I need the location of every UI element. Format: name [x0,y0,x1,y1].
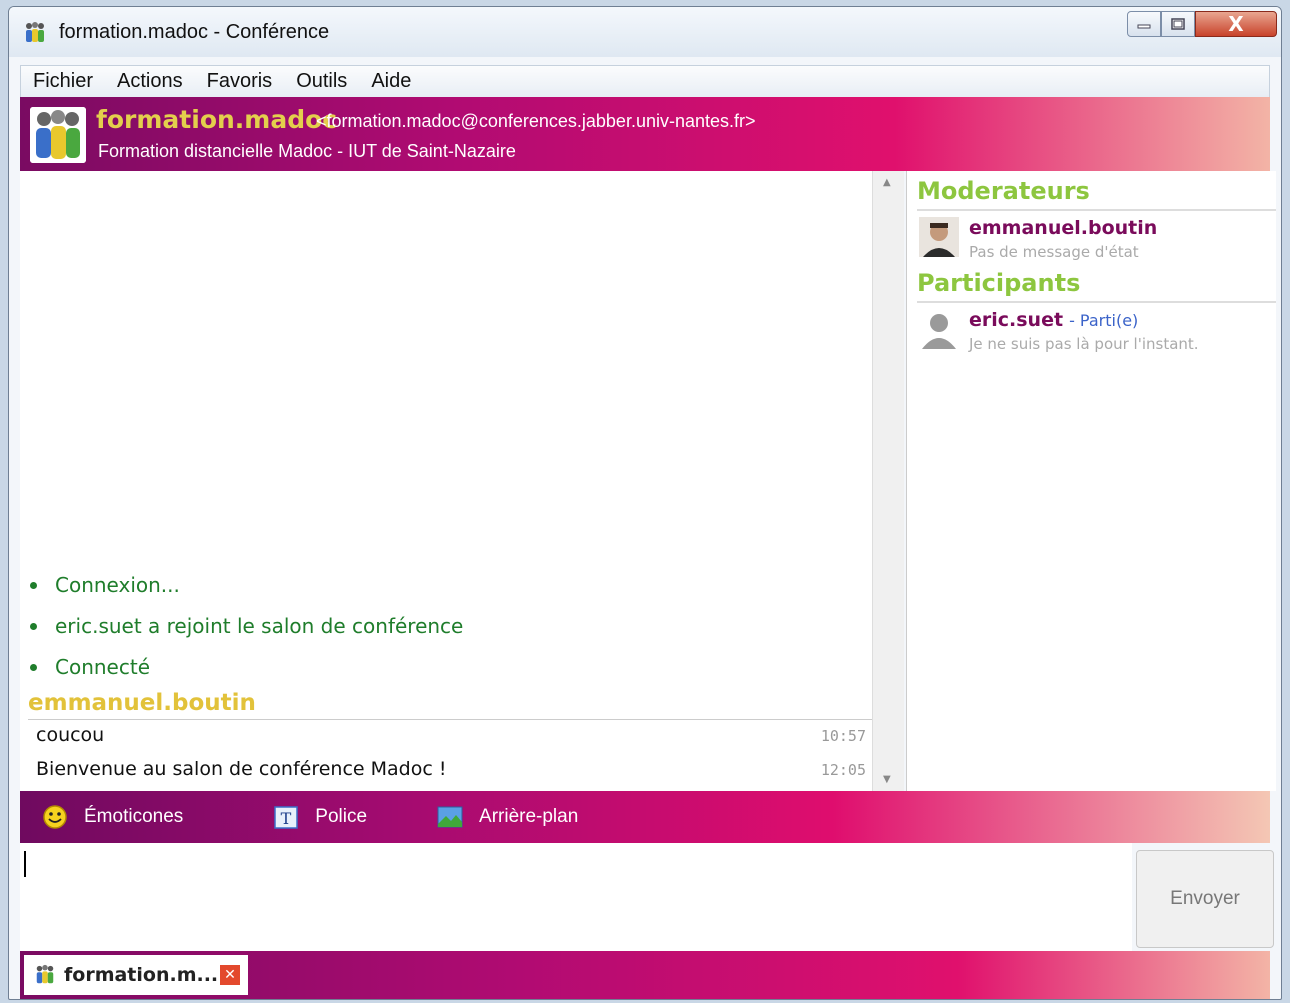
send-button[interactable]: Envoyer [1136,850,1274,948]
close-button[interactable]: X [1195,11,1277,37]
default-user-icon [922,314,956,349]
bullet-icon [30,622,37,630]
bullet-icon [30,663,37,671]
room-jid: <formation.madoc@conferences.jabber.univ… [316,111,756,131]
sender-divider [28,719,872,720]
menu-aide[interactable]: Aide [359,70,423,93]
participant-state: - Parti(e) [1069,311,1139,330]
menu-outils[interactable]: Outils [284,70,359,93]
system-message-text: Connexion... [55,573,180,597]
tab-label: formation.m... [64,964,219,986]
roster-status: Pas de message d'état [969,243,1139,261]
roster-name: eric.suet - Parti(e) [969,309,1138,331]
scroll-up-icon[interactable]: ▲ [883,177,891,188]
participants-heading: Participants [917,269,1081,297]
title-bar[interactable]: formation.madoc - Conférence X [9,7,1281,57]
smiley-icon [43,805,67,829]
minimize-button[interactable] [1127,11,1161,37]
background-image-icon [437,806,463,828]
participants-divider [917,301,1276,303]
participant-name: eric.suet [969,309,1064,331]
minimize-icon [1137,24,1151,29]
bullet-icon [30,581,37,589]
roster-status: Je ne suis pas là pour l'instant. [969,335,1199,353]
user-photo-icon [919,217,959,257]
tab-formation-madoc[interactable]: formation.m... ✕ [24,955,248,995]
conference-window: formation.madoc - Conférence X Fichier A… [8,6,1282,1000]
room-name: formation.madoc [96,105,338,134]
room-header: formation.madoc <formation.madoc@confere… [20,97,1270,171]
emoticons-button[interactable]: Émoticones [42,804,183,830]
menu-bar: Fichier Actions Favoris Outils Aide [20,65,1270,97]
background-label: Arrière-plan [479,806,579,827]
room-avatar-icon [30,107,86,163]
occupant-list: Moderateurs emmanuel.boutin Pas de messa… [906,171,1276,791]
maximize-icon [1171,18,1185,30]
room-description: Formation distancielle Madoc - IUT de Sa… [98,141,516,161]
system-message: Connexion... [30,573,180,597]
text-caret [24,851,26,877]
format-toolbar: Émoticones T Police Arrière-plan [20,791,1270,843]
chat-transcript[interactable]: Connexion... eric.suet a rejoint le salo… [20,171,872,791]
tab-bar: formation.m... ✕ [20,951,1270,999]
message-timestamp: 10:57 [820,727,866,745]
system-message: eric.suet a rejoint le salon de conféren… [30,614,463,638]
menu-fichier[interactable]: Fichier [21,70,105,93]
system-message-text: eric.suet a rejoint le salon de conféren… [55,614,464,638]
close-tab-icon[interactable]: ✕ [220,965,240,985]
chat-message: coucou [36,724,105,746]
window-controls: X [1127,11,1277,37]
message-timestamp: 12:05 [820,761,866,779]
moderators-heading: Moderateurs [917,177,1090,205]
font-button[interactable]: T Police [273,804,367,830]
roster-name: emmanuel.boutin [969,217,1158,239]
group-chat-icon [26,22,44,42]
maximize-button[interactable] [1161,11,1195,37]
font-label: Police [315,806,368,827]
group-chat-icon [36,964,54,984]
menu-favoris[interactable]: Favoris [195,70,285,93]
close-icon: X [1228,12,1244,36]
window-title: formation.madoc - Conférence [59,21,330,43]
chat-message: Bienvenue au salon de conférence Madoc ! [36,758,447,780]
menu-actions[interactable]: Actions [105,70,195,93]
scroll-down-icon[interactable]: ▼ [883,774,891,785]
svg-text:T: T [281,809,292,828]
system-message: Connecté [30,655,150,679]
font-icon: T [274,806,299,829]
emoticons-label: Émoticones [84,806,184,827]
moderators-divider [917,209,1276,211]
background-button[interactable]: Arrière-plan [437,804,578,830]
message-sender: emmanuel.boutin [28,690,256,716]
message-input[interactable] [20,843,1132,951]
system-message-text: Connecté [55,655,150,679]
chat-scrollbar[interactable]: ▲ ▼ [872,171,904,791]
